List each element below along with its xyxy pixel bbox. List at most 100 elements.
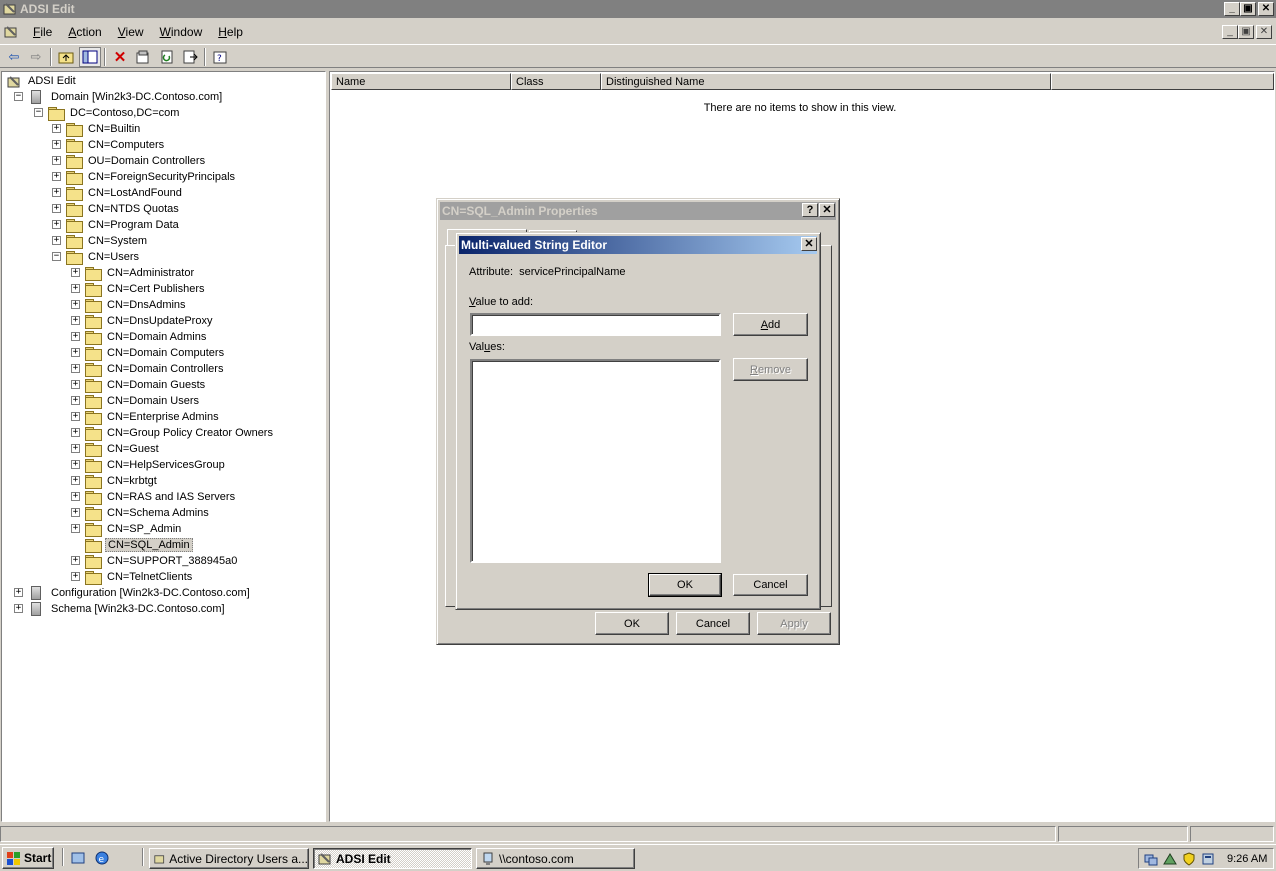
taskbar-button-contoso-share[interactable]: \\contoso.com — [476, 848, 635, 869]
quick-launch-desktop-icon[interactable] — [70, 850, 86, 866]
delete-icon[interactable]: ✕ — [110, 48, 130, 66]
expand-icon[interactable]: + — [71, 316, 80, 325]
mv-editor-ok-button[interactable]: OK — [648, 573, 722, 597]
expand-icon[interactable]: + — [52, 156, 61, 165]
tree-node-container[interactable]: + CN=Builtin — [52, 121, 142, 137]
taskbar-button-adsi-edit[interactable]: ADSI Edit — [313, 848, 472, 869]
collapse-icon[interactable]: − — [34, 108, 43, 117]
refresh-icon[interactable] — [157, 48, 177, 66]
tree-root[interactable]: ADSI Edit — [6, 73, 78, 89]
maximize-button[interactable]: ▣ — [1240, 2, 1256, 16]
tree-node-user-item[interactable]: + CN=Domain Guests — [71, 377, 207, 393]
minimize-button[interactable]: _ — [1224, 2, 1240, 16]
help-icon[interactable]: ? — [210, 48, 230, 66]
expand-icon[interactable]: + — [71, 556, 80, 565]
tree-node-user-item[interactable]: + CN=Schema Admins — [71, 505, 211, 521]
tree-node-user-item[interactable]: + CN=RAS and IAS Servers — [71, 489, 237, 505]
tree-node-container[interactable]: + OU=Domain Controllers — [52, 153, 207, 169]
expand-icon[interactable]: + — [52, 172, 61, 181]
adsi-edit-system-menu-icon[interactable] — [3, 24, 19, 40]
menu-help[interactable]: Help — [210, 25, 251, 39]
tree-node-dc[interactable]: − DC=Contoso,DC=com — [34, 105, 181, 121]
tree-node-user-item[interactable]: + CN=Group Policy Creator Owners — [71, 425, 275, 441]
expand-icon[interactable]: + — [52, 204, 61, 213]
tree-node-user-item[interactable]: + CN=Domain Admins — [71, 329, 208, 345]
tree-node-container[interactable]: + CN=LostAndFound — [52, 185, 184, 201]
expand-icon[interactable]: + — [71, 492, 80, 501]
expand-icon[interactable]: + — [71, 364, 80, 373]
expand-icon[interactable]: + — [71, 412, 80, 421]
tree-node-users[interactable]: − CN=Users — [52, 249, 141, 265]
menu-action[interactable]: Action — [60, 25, 109, 39]
tree-node-container[interactable]: + CN=Computers — [52, 137, 166, 153]
clock[interactable]: 9:26 AM — [1227, 853, 1267, 865]
tree-node-schema[interactable]: + Schema [Win2k3-DC.Contoso.com] — [14, 601, 227, 617]
expand-icon[interactable]: + — [71, 268, 80, 277]
tree-node-user-item[interactable]: + CN=Cert Publishers — [71, 281, 207, 297]
connection-tray-icon[interactable] — [1162, 851, 1178, 867]
column-header-distinguished-name[interactable]: Distinguished Name — [601, 73, 1051, 90]
properties-ok-button[interactable]: OK — [595, 612, 669, 635]
tree-node-user-item[interactable]: + CN=SUPPORT_388945a0 — [71, 553, 239, 569]
properties-icon[interactable] — [133, 48, 153, 66]
expand-icon[interactable]: + — [14, 588, 23, 597]
quick-launch-ie-icon[interactable]: e — [94, 850, 110, 866]
expand-icon[interactable]: + — [71, 508, 80, 517]
export-list-icon[interactable] — [180, 48, 200, 66]
expand-icon[interactable]: + — [52, 220, 61, 229]
tree-node-user-item[interactable]: + CN=Domain Controllers — [71, 361, 225, 377]
value-to-add-input[interactable] — [470, 313, 721, 336]
expand-icon[interactable]: + — [71, 428, 80, 437]
properties-close-button[interactable]: ✕ — [819, 203, 835, 217]
tree-node-configuration[interactable]: + Configuration [Win2k3-DC.Contoso.com] — [14, 585, 252, 601]
tree-node-user-item[interactable]: + CN=Guest — [71, 441, 161, 457]
mv-editor-cancel-button[interactable]: Cancel — [733, 574, 808, 596]
show-hide-tree-icon[interactable] — [79, 47, 101, 67]
menu-view[interactable]: View — [110, 25, 152, 39]
expand-icon[interactable]: + — [71, 524, 80, 533]
tree-node-user-item[interactable]: + CN=Administrator — [71, 265, 196, 281]
collapse-icon[interactable]: − — [14, 92, 23, 101]
expand-icon[interactable]: + — [71, 476, 80, 485]
network-tray-icon[interactable] — [1143, 851, 1159, 867]
tree-node-user-item[interactable]: + CN=DnsUpdateProxy — [71, 313, 214, 329]
expand-icon[interactable]: + — [52, 140, 61, 149]
tree-node-user-item[interactable]: + CN=Enterprise Admins — [71, 409, 221, 425]
tree-node-container[interactable]: + CN=System — [52, 233, 149, 249]
close-button[interactable]: ✕ — [1258, 2, 1274, 16]
menu-window[interactable]: Window — [152, 25, 211, 39]
menu-file[interactable]: File — [25, 25, 60, 39]
values-list[interactable] — [470, 359, 721, 563]
tree-node-user-item[interactable]: + CN=SP_Admin — [71, 521, 183, 537]
up-folder-icon[interactable] — [56, 48, 76, 66]
tree-node-domain[interactable]: − Domain [Win2k3-DC.Contoso.com] — [14, 89, 224, 105]
expand-icon[interactable]: + — [71, 396, 80, 405]
forward-arrow-icon[interactable]: ⇨ — [26, 48, 46, 66]
add-button[interactable]: Add — [733, 313, 808, 336]
expand-icon[interactable]: + — [14, 604, 23, 613]
column-header-class[interactable]: Class — [511, 73, 601, 90]
mdi-close-button[interactable]: ✕ — [1256, 25, 1272, 39]
tree-node-user-item[interactable]: + CN=HelpServicesGroup — [71, 457, 227, 473]
expand-icon[interactable]: + — [71, 348, 80, 357]
tree-node-container[interactable]: + CN=Program Data — [52, 217, 181, 233]
expand-icon[interactable]: + — [71, 300, 80, 309]
taskbar-button-ad-users[interactable]: Active Directory Users a... — [149, 848, 309, 869]
mdi-minimize-button[interactable]: _ — [1222, 25, 1238, 39]
expand-icon[interactable]: + — [52, 124, 61, 133]
mdi-restore-button[interactable]: ▣ — [1238, 25, 1254, 39]
tree-node-selected[interactable]: CN=SQL_Admin — [71, 537, 193, 553]
security-shield-tray-icon[interactable] — [1181, 851, 1197, 867]
tree-node-user-item[interactable]: + CN=DnsAdmins — [71, 297, 188, 313]
app-title-bar[interactable]: ADSI Edit — [0, 0, 1276, 18]
column-header-name[interactable]: Name — [331, 73, 511, 90]
expand-icon[interactable]: + — [71, 460, 80, 469]
expand-icon[interactable]: + — [71, 444, 80, 453]
expand-icon[interactable]: + — [52, 188, 61, 197]
tree-node-user-item[interactable]: + CN=Domain Users — [71, 393, 201, 409]
expand-icon[interactable]: + — [71, 380, 80, 389]
expand-icon[interactable]: + — [52, 236, 61, 245]
properties-cancel-button[interactable]: Cancel — [676, 612, 750, 635]
tree-node-user-item[interactable]: + CN=TelnetClients — [71, 569, 194, 585]
expand-icon[interactable]: + — [71, 284, 80, 293]
